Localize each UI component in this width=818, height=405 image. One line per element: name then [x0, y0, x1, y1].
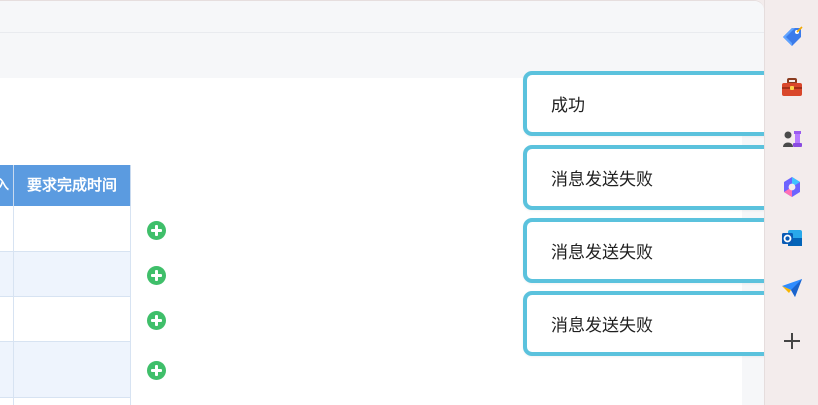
table-row[interactable]	[0, 206, 131, 252]
table-cell	[0, 206, 14, 251]
toast-error[interactable]: 消息发送失败	[523, 291, 783, 356]
add-row-button[interactable]	[147, 361, 166, 380]
add-row-button[interactable]	[147, 221, 166, 240]
toast-error[interactable]: 消息发送失败	[523, 145, 783, 210]
table-cell-due-time[interactable]	[14, 297, 131, 341]
table-cell	[0, 342, 14, 397]
table-cell-due-time[interactable]	[14, 398, 131, 405]
table-header: 入 要求完成时间	[0, 165, 131, 206]
toast-message: 消息发送失败	[551, 243, 653, 263]
tag-icon[interactable]	[780, 25, 804, 49]
table-cell-due-time[interactable]	[14, 252, 131, 296]
copilot-icon[interactable]	[780, 175, 804, 199]
edge-sidebar	[764, 0, 818, 405]
outlook-icon[interactable]	[780, 226, 804, 250]
add-row-button[interactable]	[147, 311, 166, 330]
table-row[interactable]	[0, 398, 131, 405]
add-icon[interactable]	[784, 333, 800, 349]
table-cell-due-time[interactable]	[14, 206, 131, 251]
toast-message: 成功	[551, 96, 585, 116]
task-table: 入 要求完成时间	[0, 165, 131, 405]
table-row[interactable]	[0, 342, 131, 398]
add-row-button[interactable]	[147, 266, 166, 285]
chess-icon[interactable]	[780, 126, 804, 150]
table-row[interactable]	[0, 252, 131, 297]
table-row[interactable]	[0, 297, 131, 342]
table-cell	[0, 297, 14, 341]
toast-success[interactable]: 成功	[523, 71, 783, 136]
toast-message: 消息发送失败	[551, 170, 653, 190]
send-icon[interactable]	[780, 276, 804, 300]
table-cell	[0, 252, 14, 296]
toolbox-icon[interactable]	[780, 76, 804, 100]
title-bar	[0, 1, 764, 33]
column-header-truncated: 入	[0, 165, 14, 206]
table-cell-due-time[interactable]	[14, 342, 131, 397]
column-header-due-time[interactable]: 要求完成时间	[14, 165, 131, 206]
table-cell	[0, 398, 14, 405]
toast-message: 消息发送失败	[551, 316, 653, 336]
toast-error[interactable]: 消息发送失败	[523, 218, 783, 283]
